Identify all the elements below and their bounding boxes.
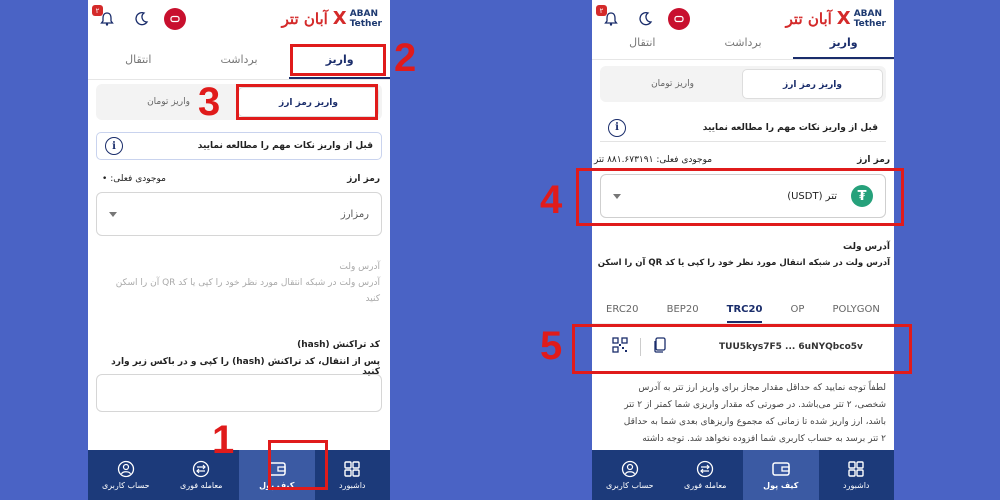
warning-line-1: لطفاً توجه نمایید که حداقل مقدار مجاز بر… [638, 383, 886, 393]
notice-text: قبل از واریز نکات مهم را مطالعه نمایید [197, 141, 373, 151]
brand-en-line2: Tether [349, 18, 382, 29]
exchange-icon [697, 460, 714, 478]
top-icons: ۲ [92, 5, 186, 30]
tab-deposit[interactable]: واریز [793, 26, 894, 59]
bell-icon[interactable]: ۲ [92, 5, 118, 30]
balance-unit: تتر [594, 155, 605, 165]
chevron-down-icon [109, 211, 117, 217]
important-notes-banner[interactable]: قبل از واریز نکات مهم را مطالعه نمایید i [96, 132, 382, 160]
wallet-icon [772, 462, 790, 476]
brand-name-en: ABAN Tether [350, 9, 382, 29]
network-tab-polygon[interactable]: POLYGON [833, 296, 880, 323]
step-1-highlight [268, 440, 328, 490]
hash-input[interactable] [96, 374, 382, 412]
network-tabs: ERC20 BEP20 TRC20 OP POLYGON [592, 296, 894, 324]
crypto-select[interactable]: رمزارز [96, 192, 382, 236]
nav-account[interactable]: حساب کاربری [592, 450, 668, 500]
tab-withdraw[interactable]: برداشت [693, 26, 794, 59]
step-2-number: 2 [394, 36, 417, 80]
main-tabs: واریز برداشت انتقال [592, 26, 894, 60]
nav-instant-trade[interactable]: معامله فوری [668, 450, 744, 500]
nav-account-label: حساب کاربری [101, 481, 150, 490]
info-icon: i [105, 137, 123, 155]
user-icon [621, 460, 638, 478]
network-tab-erc20[interactable]: ERC20 [606, 296, 638, 323]
balance-label-text: موجودی فعلی: [656, 155, 713, 165]
brand-name-fa: آبان تتر [785, 9, 832, 28]
brand-en-line1: ABAN [349, 8, 379, 19]
step-4-highlight [576, 168, 904, 226]
notification-badge: ۲ [92, 5, 103, 16]
brand-en-line1: ABAN [853, 8, 883, 19]
important-notes-banner[interactable]: قبل از واریز نکات مهم را مطالعه نمایید i [600, 114, 886, 142]
warning-line-3: باشد، ارز واریز شده تا زمانی که مجموع وا… [623, 417, 886, 427]
exchange-icon [193, 460, 210, 478]
nav-wallet-label: کیف پول [763, 481, 799, 490]
tab-transfer[interactable]: انتقال [88, 40, 189, 79]
phone-screen-right: ۲ آبان تتر X ABAN Tether واریز برداشت ان… [592, 0, 894, 500]
step-5-highlight [572, 324, 912, 374]
step-2-highlight [290, 44, 386, 76]
nav-instant-trade-label: معامله فوری [180, 481, 223, 490]
nav-dashboard-label: داشبورد [843, 481, 870, 490]
balance-bullet: • [102, 174, 108, 184]
bottom-nav: داشبورد کیف پول معامله فوری حساب کاربری [88, 450, 390, 500]
deposit-warning: لطفاً توجه نمایید که حداقل مقدار مجاز بر… [600, 380, 886, 448]
nav-dashboard[interactable]: داشبورد [819, 450, 895, 500]
brand-name-fa: آبان تتر [281, 9, 328, 28]
step-3-number: 3 [198, 80, 221, 124]
tab-withdraw[interactable]: برداشت [189, 40, 290, 79]
balance-label: موجودی فعلی: • [102, 174, 166, 184]
warning-line-2: شخصی، ۲ تتر می‌باشد. در صورتی که مقدار و… [624, 400, 886, 410]
user-icon [117, 460, 134, 478]
crypto-label: رمز ارز [347, 174, 380, 184]
nav-dashboard-label: داشبورد [339, 481, 366, 490]
bottom-nav: داشبورد کیف پول معامله فوری حساب کاربری [592, 450, 894, 500]
network-tab-op[interactable]: OP [791, 296, 805, 323]
step-1-number: 1 [212, 418, 235, 462]
tab-transfer[interactable]: انتقال [592, 26, 693, 59]
step-3-highlight [236, 84, 378, 120]
network-tab-trc20[interactable]: TRC20 [726, 296, 763, 323]
wallet-address-hint: آدرس ولت در شبکه انتقال مورد نظر خود را … [115, 278, 380, 288]
dashboard-icon [344, 461, 360, 477]
profile-avatar[interactable] [164, 8, 186, 30]
balance-value: ۸۸۱.۶۷۳۱۹۱ [607, 155, 654, 165]
crypto-label: رمز ارز [857, 155, 890, 165]
nav-wallet[interactable]: کیف پول [743, 450, 819, 500]
crypto-select-placeholder: رمزارز [340, 208, 369, 220]
step-5-number: 5 [540, 324, 563, 368]
warning-line-4: ۲ تتر برسد به حساب کاربری شما افزوده نخو… [642, 434, 886, 444]
notice-text: قبل از واریز نکات مهم را مطالعه نمایید [702, 122, 878, 133]
balance-label-text: موجودی فعلی: [110, 174, 166, 184]
segment-crypto-deposit[interactable]: واریز رمز ارز [742, 69, 883, 99]
nav-account[interactable]: حساب کاربری [88, 450, 164, 500]
deposit-type-segment: واریز رمز ارز واریز تومان [600, 66, 886, 102]
network-tab-bep20[interactable]: BEP20 [667, 296, 699, 323]
step-4-number: 4 [540, 178, 563, 222]
info-icon: i [608, 118, 626, 137]
nav-instant-trade-label: معامله فوری [684, 481, 727, 490]
brand-logo: آبان تتر X ABAN Tether [282, 8, 382, 29]
hash-title: کد تراکنش (hash) [297, 340, 380, 350]
wallet-address-hint: آدرس ولت در شبکه انتقال مورد نظر خود را … [597, 258, 890, 268]
segment-toman-deposit[interactable]: واریز تومان [603, 69, 742, 99]
wallet-address-title: آدرس ولت [339, 262, 380, 272]
brand-x-mark: X [332, 8, 347, 29]
nav-account-label: حساب کاربری [605, 481, 654, 490]
top-bar: ۲ آبان تتر X ABAN Tether [88, 0, 390, 40]
dashboard-icon [848, 461, 864, 477]
moon-icon[interactable] [130, 8, 152, 30]
wallet-address-title: آدرس ولت [843, 242, 890, 252]
notification-badge: ۲ [596, 5, 607, 16]
wallet-address-hint-2: کنید [365, 294, 380, 304]
balance-row: موجودی فعلی: ۸۸۱.۶۷۳۱۹۱ تتر [594, 155, 712, 165]
